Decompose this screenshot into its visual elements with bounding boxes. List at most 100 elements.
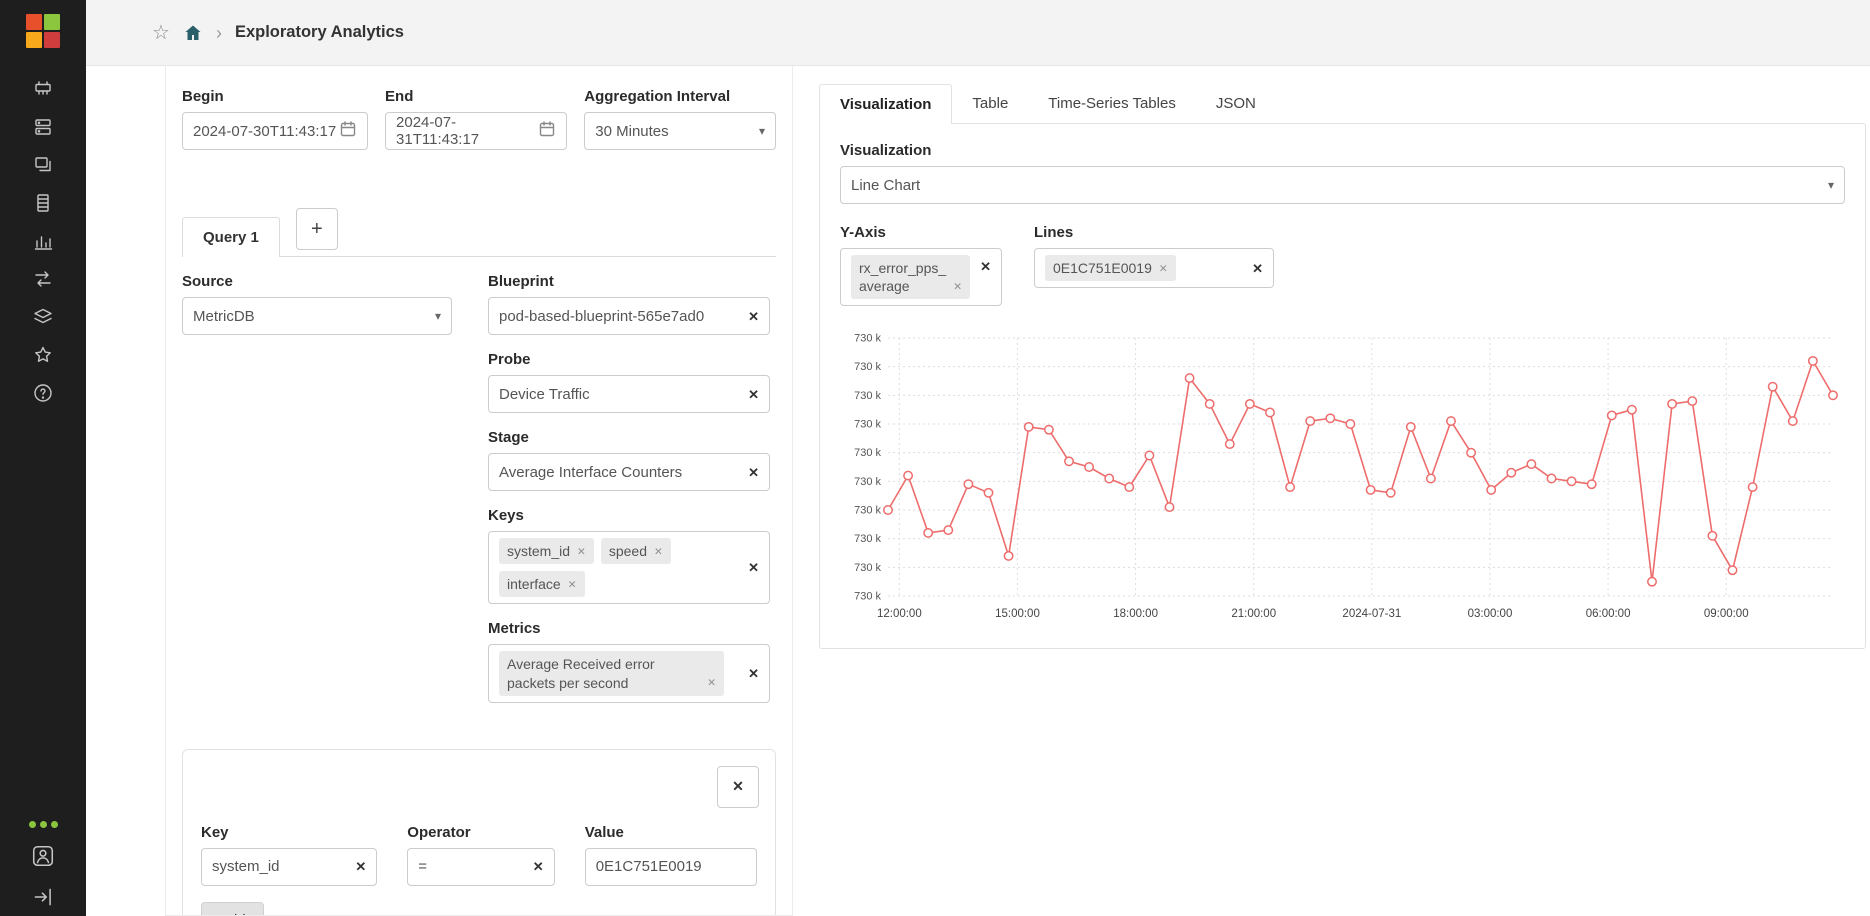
svg-text:730 k: 730 k (854, 476, 881, 488)
svg-text:730 k: 730 k (854, 448, 881, 460)
key-chip[interactable]: interface ✕ (499, 571, 585, 597)
clear-icon[interactable]: ✕ (748, 466, 759, 479)
svg-text:730 k: 730 k (854, 591, 881, 603)
calendar-icon[interactable] (339, 120, 357, 142)
clear-icon[interactable]: ✕ (533, 860, 544, 873)
remove-icon[interactable]: ✕ (654, 546, 663, 561)
chip-label: interface (507, 575, 561, 593)
filter-operator-group: Operator = ✕ (407, 824, 554, 886)
filter-value-label: Value (585, 824, 757, 841)
more-menu[interactable] (29, 821, 58, 828)
aggregation-select[interactable]: 30 Minutes ▾ (584, 112, 776, 150)
tab-json[interactable]: JSON (1196, 84, 1276, 123)
remove-icon[interactable]: ✕ (707, 677, 716, 692)
metric-chip[interactable]: Average Received error packets per secon… (499, 651, 724, 695)
begin-value: 2024-07-30T11:43:17 (193, 123, 336, 140)
nav-analytics[interactable] (30, 228, 56, 254)
y-axis-group: Y-Axis rx_error_pps_average✕ ✕ (840, 224, 1002, 306)
begin-datetime-input[interactable]: 2024-07-30T11:43:17 (182, 112, 368, 150)
home-icon[interactable] (183, 23, 203, 43)
keys-chip-list: system_id✕ speed✕ interface ✕ (499, 538, 694, 597)
remove-icon[interactable]: ✕ (953, 281, 962, 296)
user-menu[interactable] (30, 843, 56, 869)
metrics-label: Metrics (488, 620, 770, 637)
nav-probes[interactable] (30, 266, 56, 292)
begin-group: Begin 2024-07-30T11:43:17 (182, 88, 368, 150)
filter-value-text: 0E1C751E0019 (596, 858, 702, 875)
dot (29, 821, 36, 828)
key-chip[interactable]: speed✕ (601, 538, 671, 564)
nav-resources[interactable] (30, 304, 56, 330)
sidebar-nav (30, 76, 56, 406)
line-chip[interactable]: 0E1C751E0019✕ (1045, 255, 1176, 281)
clear-icon[interactable]: ✕ (1252, 262, 1263, 275)
query-fields: Blueprint pod-based-blueprint-565e7ad0 ✕… (488, 273, 770, 719)
blueprint-field[interactable]: pod-based-blueprint-565e7ad0 ✕ (488, 297, 770, 335)
clear-icon[interactable]: ✕ (748, 310, 759, 323)
add-query-button[interactable]: + (296, 208, 338, 250)
probe-value: Device Traffic (499, 386, 590, 403)
visualization-card: Visualization Line Chart ▾ Y-Axis rx_err… (819, 123, 1866, 649)
line-chart[interactable]: 730 k730 k730 k730 k730 k730 k730 k730 k… (840, 328, 1845, 630)
nav-services[interactable] (30, 114, 56, 140)
nav-racks[interactable] (30, 190, 56, 216)
clear-icon[interactable]: ✕ (355, 860, 366, 873)
line-chart-svg[interactable]: 730 k730 k730 k730 k730 k730 k730 k730 k… (840, 328, 1845, 630)
stage-field[interactable]: Average Interface Counters ✕ (488, 453, 770, 491)
filter-operator-label: Operator (407, 824, 554, 841)
app-logo[interactable] (26, 14, 60, 48)
lines-field[interactable]: 0E1C751E0019✕ ✕ (1034, 248, 1274, 288)
add-filter-button[interactable]: Add (201, 902, 264, 916)
rack-icon (32, 192, 54, 214)
logout-icon (31, 885, 55, 909)
visualization-type-label: Visualization (840, 142, 1845, 159)
end-datetime-input[interactable]: 2024-07-31T11:43:17 (385, 112, 567, 150)
y-axis-field[interactable]: rx_error_pps_average✕ ✕ (840, 248, 1002, 306)
clear-icon[interactable]: ✕ (980, 260, 991, 273)
stage-value: Average Interface Counters (499, 464, 682, 481)
filter-operator-value: = (418, 858, 427, 875)
svg-text:18:00:00: 18:00:00 (1113, 608, 1158, 620)
favorite-star-icon[interactable]: ☆ (152, 23, 170, 43)
nav-help[interactable] (30, 380, 56, 406)
clear-icon[interactable]: ✕ (748, 561, 759, 574)
logo-square-2 (44, 14, 60, 30)
source-group: Source MetricDB ▾ (182, 273, 452, 719)
logout-button[interactable] (30, 884, 56, 910)
filter-value-group: Value 0E1C751E0019 (585, 824, 757, 886)
blueprint-group: Blueprint pod-based-blueprint-565e7ad0 ✕ (488, 273, 770, 335)
probe-field[interactable]: Device Traffic ✕ (488, 375, 770, 413)
svg-text:06:00:00: 06:00:00 (1586, 608, 1631, 620)
sidebar-footer (29, 821, 58, 912)
metrics-field[interactable]: Average Received error packets per secon… (488, 644, 770, 702)
source-value: MetricDB (193, 308, 255, 325)
tab-visualization[interactable]: Visualization (819, 84, 952, 124)
clear-icon[interactable]: ✕ (748, 388, 759, 401)
nav-devices[interactable] (30, 76, 56, 102)
remove-icon[interactable]: ✕ (568, 579, 577, 594)
blueprints-icon (32, 154, 54, 176)
tab-time-series-tables[interactable]: Time-Series Tables (1028, 84, 1196, 123)
aggregation-group: Aggregation Interval 30 Minutes ▾ (584, 88, 776, 150)
tab-query-1[interactable]: Query 1 (182, 217, 280, 257)
filter-value-input[interactable]: 0E1C751E0019 (585, 848, 757, 886)
visualization-type-select[interactable]: Line Chart ▾ (840, 166, 1845, 204)
calendar-icon[interactable] (538, 120, 556, 142)
nav-blueprints[interactable] (30, 152, 56, 178)
remove-filter-button[interactable]: ✕ (717, 766, 759, 808)
device-icon (32, 78, 54, 100)
filter-key-value: system_id (212, 858, 280, 875)
svg-text:730 k: 730 k (854, 333, 881, 345)
y-axis-chip[interactable]: rx_error_pps_average✕ (851, 255, 970, 299)
help-icon (32, 382, 54, 404)
tab-table[interactable]: Table (952, 84, 1028, 123)
filter-operator-field[interactable]: = ✕ (407, 848, 554, 886)
nav-favorites[interactable] (30, 342, 56, 368)
filter-key-field[interactable]: system_id ✕ (201, 848, 377, 886)
source-select[interactable]: MetricDB ▾ (182, 297, 452, 335)
clear-icon[interactable]: ✕ (748, 667, 759, 680)
keys-field[interactable]: system_id✕ speed✕ interface ✕ ✕ (488, 531, 770, 604)
key-chip[interactable]: system_id✕ (499, 538, 594, 564)
remove-icon[interactable]: ✕ (1159, 263, 1168, 278)
remove-icon[interactable]: ✕ (577, 546, 586, 561)
